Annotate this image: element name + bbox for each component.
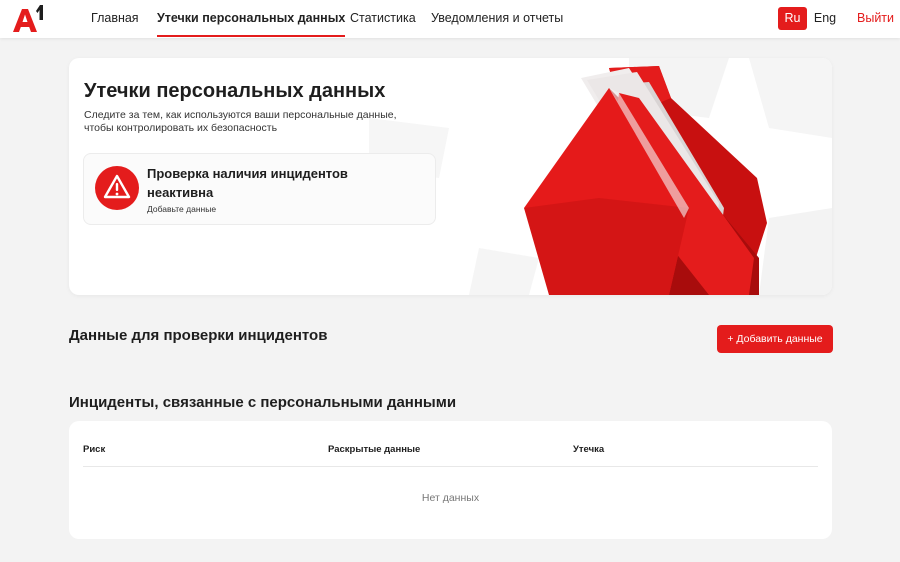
hero-card: Утечки персональных данных Следите за те… [69, 58, 832, 295]
nav-home[interactable]: Главная [91, 0, 139, 38]
table-empty-state: Нет данных [421, 492, 480, 504]
warning-icon [95, 166, 139, 210]
add-data-button[interactable]: + Добавить данные [717, 325, 833, 353]
incident-check-status-card: Проверка наличия инцидентов неактивна До… [83, 153, 436, 225]
column-header-leak[interactable]: Утечка [573, 444, 604, 455]
folder-illustration [524, 66, 767, 295]
data-section-title: Данные для проверки инцидентов [69, 327, 328, 344]
lang-eng-button[interactable]: Eng [811, 7, 839, 30]
page-description: Следите за тем, как используются ваши пе… [84, 109, 397, 134]
column-header-risk[interactable]: Риск [83, 444, 105, 455]
nav-data-leaks[interactable]: Утечки персональных данных [157, 0, 346, 38]
page-title: Утечки персональных данных [84, 80, 386, 102]
logout-link[interactable]: Выйти [857, 0, 894, 38]
a1-logo[interactable] [11, 3, 45, 33]
column-header-exposed-data[interactable]: Раскрытые данные [328, 444, 420, 455]
incidents-table: Риск Раскрытые данные Утечка Нет данных [69, 421, 832, 539]
incidents-section-title: Инциденты, связанные с персональными дан… [69, 394, 457, 411]
status-subtitle: Добавьте данные [147, 204, 217, 214]
table-header-divider [83, 466, 818, 467]
nav-notifications-reports[interactable]: Уведомления и отчеты [431, 0, 563, 38]
lang-ru-button[interactable]: Ru [778, 7, 807, 30]
status-title: Проверка наличия инцидентов неактивна [147, 166, 348, 200]
top-header: Главная Утечки персональных данных Стати… [0, 0, 900, 38]
nav-statistics[interactable]: Статистика [350, 0, 416, 38]
